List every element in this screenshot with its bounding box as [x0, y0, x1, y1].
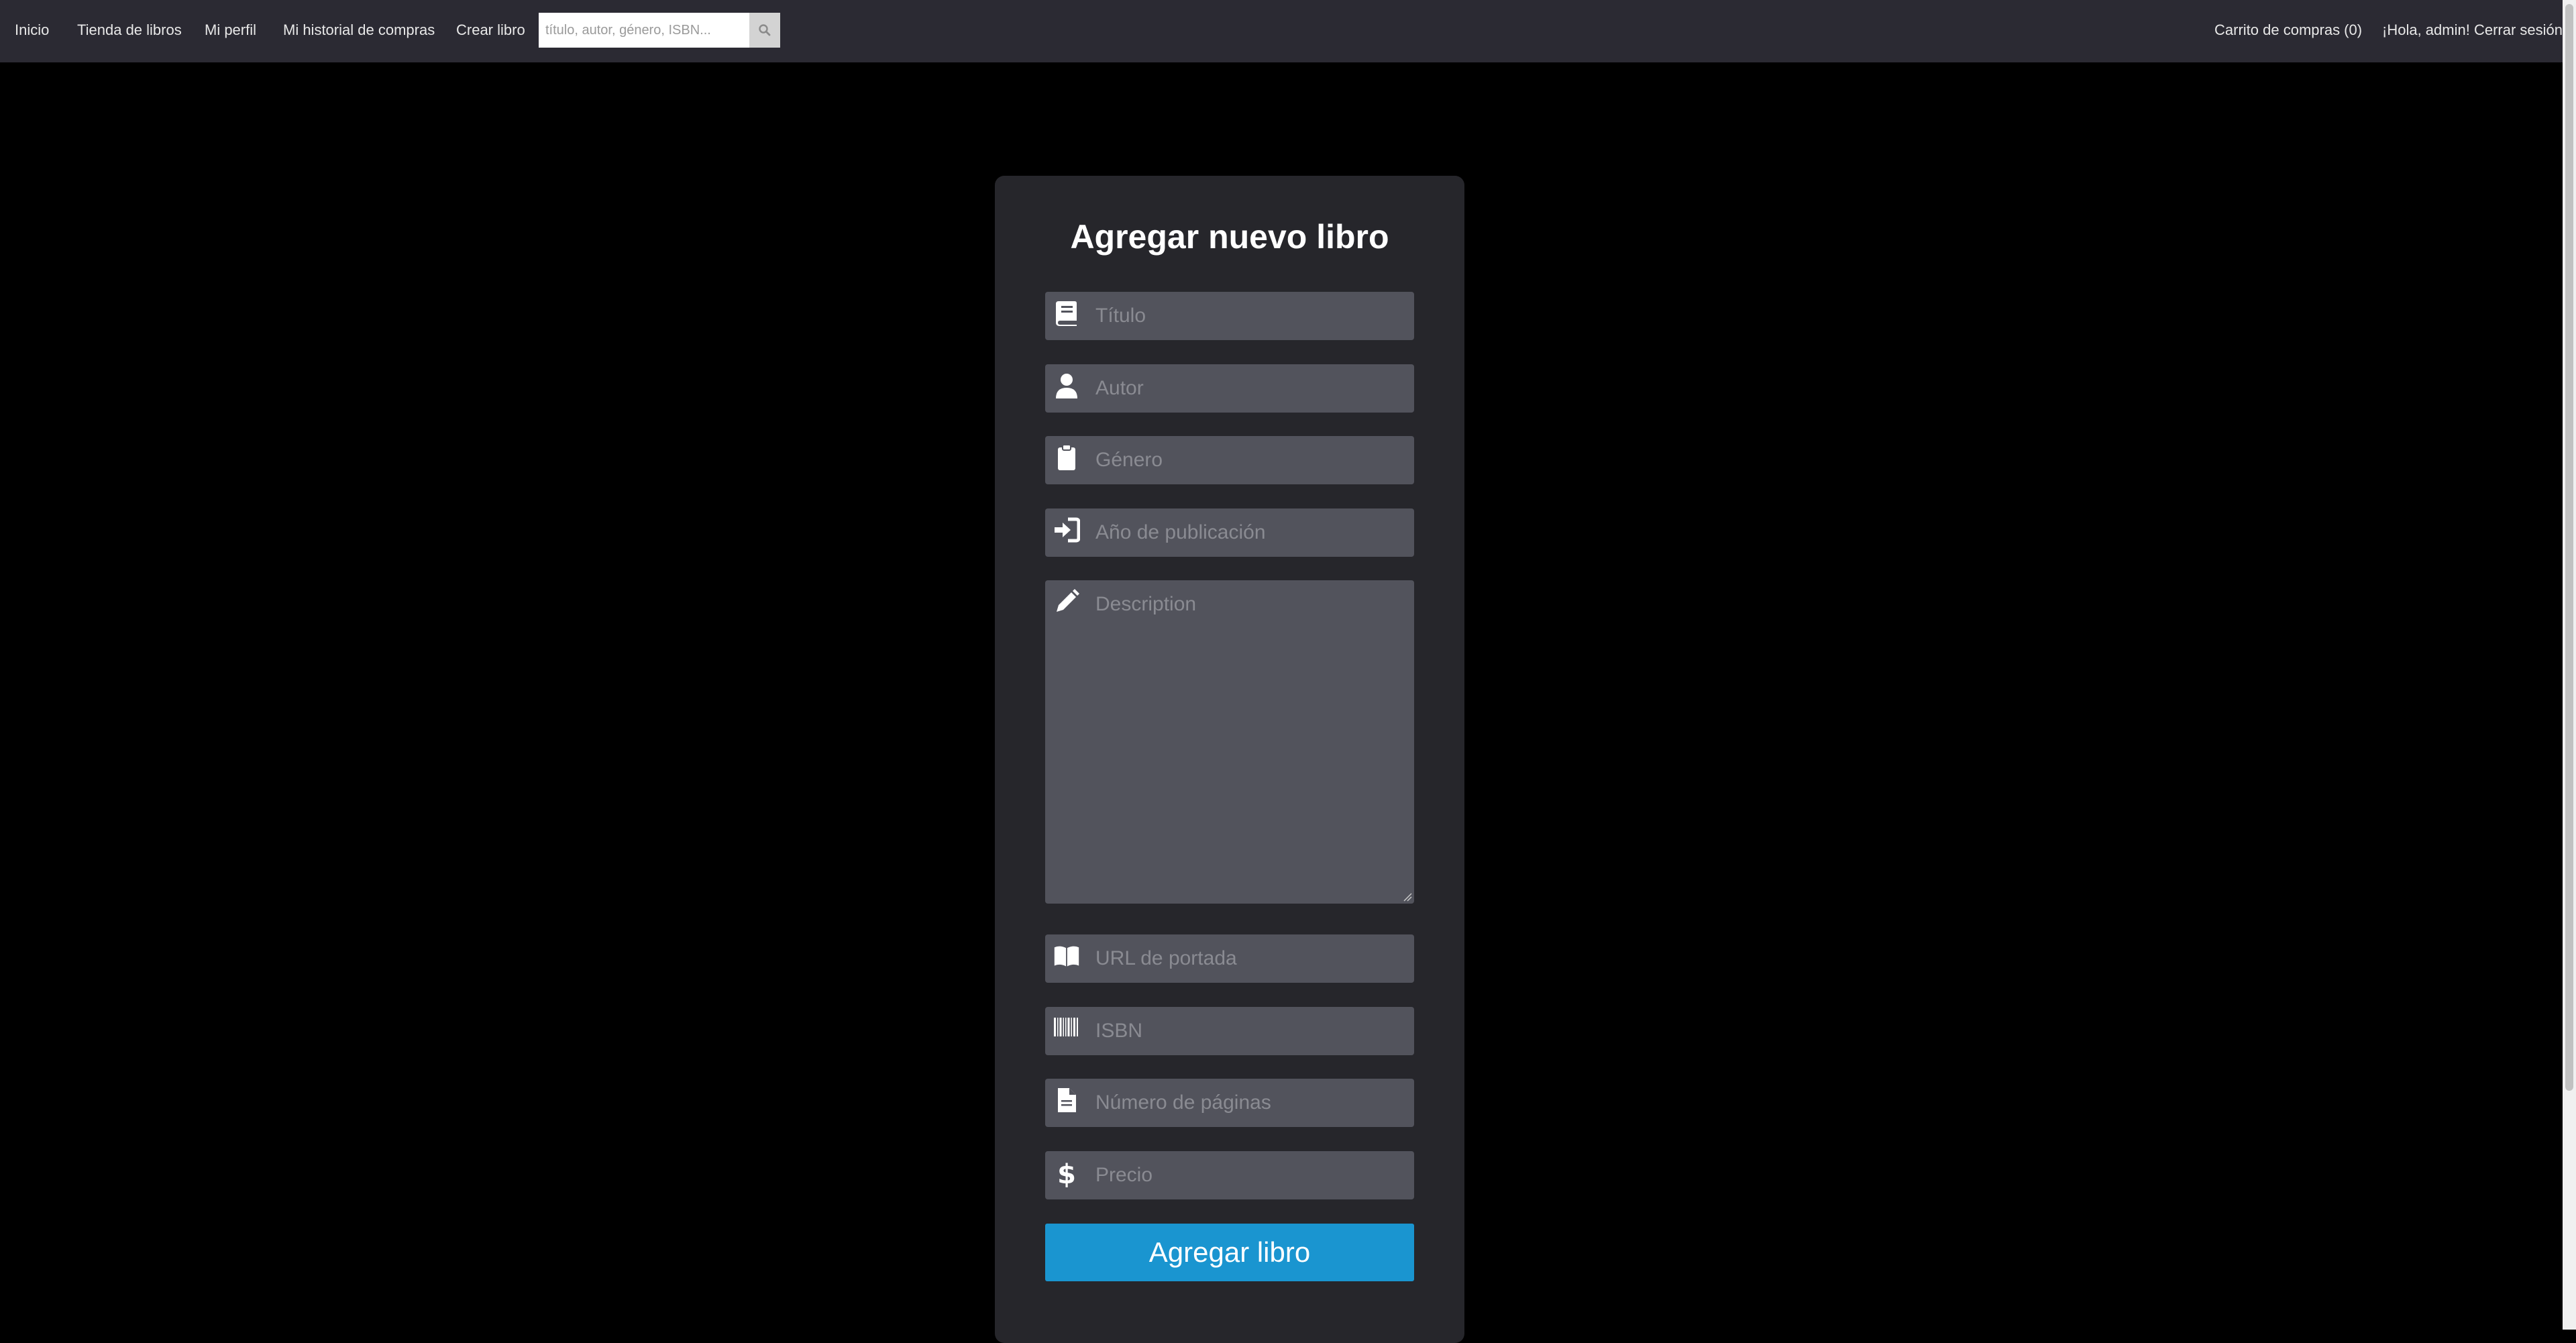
description-field: [1045, 580, 1414, 904]
title-field: [1045, 292, 1414, 340]
sign-in-icon: [1053, 517, 1080, 546]
form-title: Agregar nuevo libro: [1070, 218, 1389, 256]
clipboard-icon: [1053, 444, 1080, 474]
year-input[interactable]: [1095, 508, 1407, 557]
cover-url-input[interactable]: [1095, 934, 1407, 983]
svg-text:$: $: [1057, 1159, 1076, 1189]
pencil-icon: [1053, 588, 1080, 618]
cover-url-field: [1045, 934, 1414, 983]
barcode-icon: [1053, 1015, 1080, 1044]
nav-greeting-logout[interactable]: ¡Hola, admin! Cerrar sesión: [2382, 0, 2563, 62]
open-book-icon: [1053, 943, 1080, 972]
file-icon: [1053, 1087, 1080, 1116]
price-input[interactable]: [1095, 1151, 1407, 1199]
dollar-icon: $: [1053, 1159, 1080, 1189]
nav-tienda-de-libros[interactable]: Tienda de libros: [77, 0, 182, 62]
year-field: [1045, 508, 1414, 557]
title-input[interactable]: [1095, 292, 1407, 340]
nav-mi-perfil[interactable]: Mi perfil: [205, 0, 256, 62]
search-box: [539, 13, 780, 48]
search-button[interactable]: [749, 13, 780, 48]
top-navbar: Inicio Tienda de libros Mi perfil Mi his…: [0, 0, 2563, 62]
search-input[interactable]: [539, 13, 749, 48]
add-book-button[interactable]: Agregar libro: [1045, 1224, 1414, 1281]
author-input[interactable]: [1095, 364, 1407, 413]
book-icon: [1053, 300, 1080, 329]
pages-field: [1045, 1079, 1414, 1127]
isbn-field: [1045, 1007, 1414, 1055]
description-input[interactable]: [1095, 592, 1407, 898]
price-field: $: [1045, 1151, 1414, 1199]
add-book-form: Agregar nuevo libro Título Autor Género …: [995, 176, 1464, 1343]
genre-field: [1045, 436, 1414, 484]
genre-input[interactable]: [1095, 436, 1407, 484]
isbn-input[interactable]: [1095, 1007, 1407, 1055]
resize-grip-icon[interactable]: [1403, 892, 1412, 902]
page-scrollbar[interactable]: [2563, 0, 2576, 1330]
nav-crear-libro[interactable]: Crear libro: [456, 0, 525, 62]
nav-inicio[interactable]: Inicio: [15, 0, 49, 62]
user-icon: [1053, 372, 1080, 402]
scrollbar-thumb[interactable]: [2565, 4, 2573, 1091]
nav-historial-compras[interactable]: Mi historial de compras: [283, 0, 435, 62]
nav-cart[interactable]: Carrito de compras (0): [2214, 0, 2362, 62]
author-field: [1045, 364, 1414, 413]
pages-input[interactable]: [1095, 1079, 1407, 1127]
search-icon: [759, 24, 771, 36]
